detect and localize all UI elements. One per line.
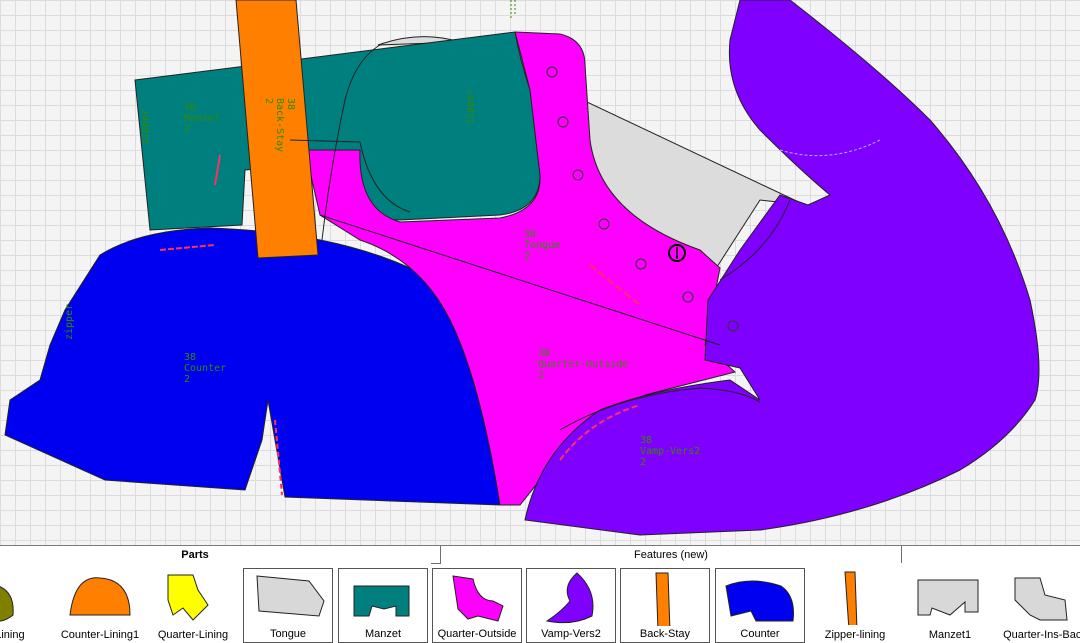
part-thumbnail[interactable]: Quarter-Outside (432, 568, 522, 643)
lining-piece-icon (0, 586, 14, 622)
part-thumbnail-label: Back-Stay (639, 628, 691, 640)
counter-icon (725, 580, 794, 622)
part-thumbnail-label: Manzet1 (928, 629, 972, 641)
quarter-ins-back-icon (1014, 577, 1068, 621)
vamp-icon (545, 572, 594, 624)
svg-text:38: 38 (524, 229, 536, 240)
tongue-icon (256, 575, 325, 617)
part-thumbnail[interactable]: Zipper-lining (810, 568, 900, 643)
part-thumbnail-label: Quarter-Lining (157, 629, 229, 641)
svg-text:Manzet: Manzet (184, 113, 220, 124)
svg-text:2: 2 (184, 124, 190, 135)
parts-panel: Parts Features (new) p-LiningCounter-Lin… (0, 545, 1080, 643)
svg-text:2: 2 (184, 374, 190, 385)
quarter-lining-icon (167, 574, 209, 621)
snap-marker (510, 0, 516, 18)
panel-tabs: Parts Features (new) (0, 546, 1080, 564)
svg-text:38: 38 (640, 435, 652, 446)
part-thumbnail[interactable]: Manzet (338, 568, 428, 643)
pattern-drawing[interactable]: 38 Manzet 2 38 Back-Stay 2 38 Tongue 2 3… (0, 0, 1080, 545)
part-thumbnail[interactable]: Quarter-Lining (148, 568, 238, 643)
part-thumbnail[interactable]: Vamp-Vers2 (526, 568, 616, 643)
quarter-outside-icon (452, 575, 504, 622)
tab-parts[interactable]: Parts (120, 546, 270, 564)
part-thumbnail[interactable]: Tongue (243, 568, 333, 643)
svg-text:Vamp-Vers2: Vamp-Vers2 (640, 446, 700, 457)
zipper-label: zipper (140, 109, 151, 145)
zipper-lining-icon (844, 571, 858, 625)
svg-text:2: 2 (524, 251, 530, 262)
svg-text:38: 38 (285, 98, 296, 110)
part-thumbnail-label: Quarter-Outside (437, 628, 517, 640)
counter-lining-icon (69, 577, 131, 616)
svg-text:38: 38 (184, 352, 196, 363)
svg-text:Tongue: Tongue (524, 240, 560, 251)
part-thumbnail[interactable]: p-Lining (0, 568, 50, 643)
zipper-label: zipper (64, 304, 75, 340)
pattern-canvas[interactable]: 38 Manzet 2 38 Back-Stay 2 38 Tongue 2 3… (0, 0, 1080, 545)
part-thumbnail[interactable]: Quarter-Ins-Back (1000, 568, 1080, 643)
part-thumbnail-label: Zipper-lining (824, 629, 886, 641)
svg-text:2: 2 (538, 370, 544, 381)
part-thumbnail-label: Vamp-Vers2 (541, 628, 601, 640)
svg-text:Quarter-Outside: Quarter-Outside (538, 359, 628, 370)
svg-text:38: 38 (184, 102, 196, 113)
parts-strip: p-LiningCounter-Lining1 Quarter-Lining Ton… (0, 568, 1080, 643)
part-thumbnail-label: Quarter-Ins-Back (1003, 629, 1080, 641)
tab-features[interactable]: Features (new) (431, 546, 902, 564)
part-thumbnail[interactable]: Back-Stay (620, 568, 710, 643)
svg-text:38: 38 (538, 348, 550, 359)
part-thumbnail[interactable]: Counter (715, 568, 805, 643)
svg-text:2: 2 (263, 98, 274, 104)
manzet1-icon (917, 579, 979, 616)
part-thumbnail[interactable]: Manzet1 (905, 568, 995, 643)
part-thumbnail-label: Tongue (269, 628, 307, 640)
part-thumbnail-label: Counter (740, 628, 780, 640)
svg-text:Back-Stay: Back-Stay (274, 98, 285, 152)
manzet-icon (353, 585, 410, 617)
part-thumbnail[interactable]: Counter-Lining1 (55, 568, 145, 643)
svg-text:Counter: Counter (184, 363, 226, 374)
part-thumbnail-label: Manzet (364, 628, 402, 640)
back-stay-icon (655, 572, 671, 626)
svg-text:2: 2 (640, 457, 646, 468)
zipper-label: zipper (465, 89, 476, 125)
